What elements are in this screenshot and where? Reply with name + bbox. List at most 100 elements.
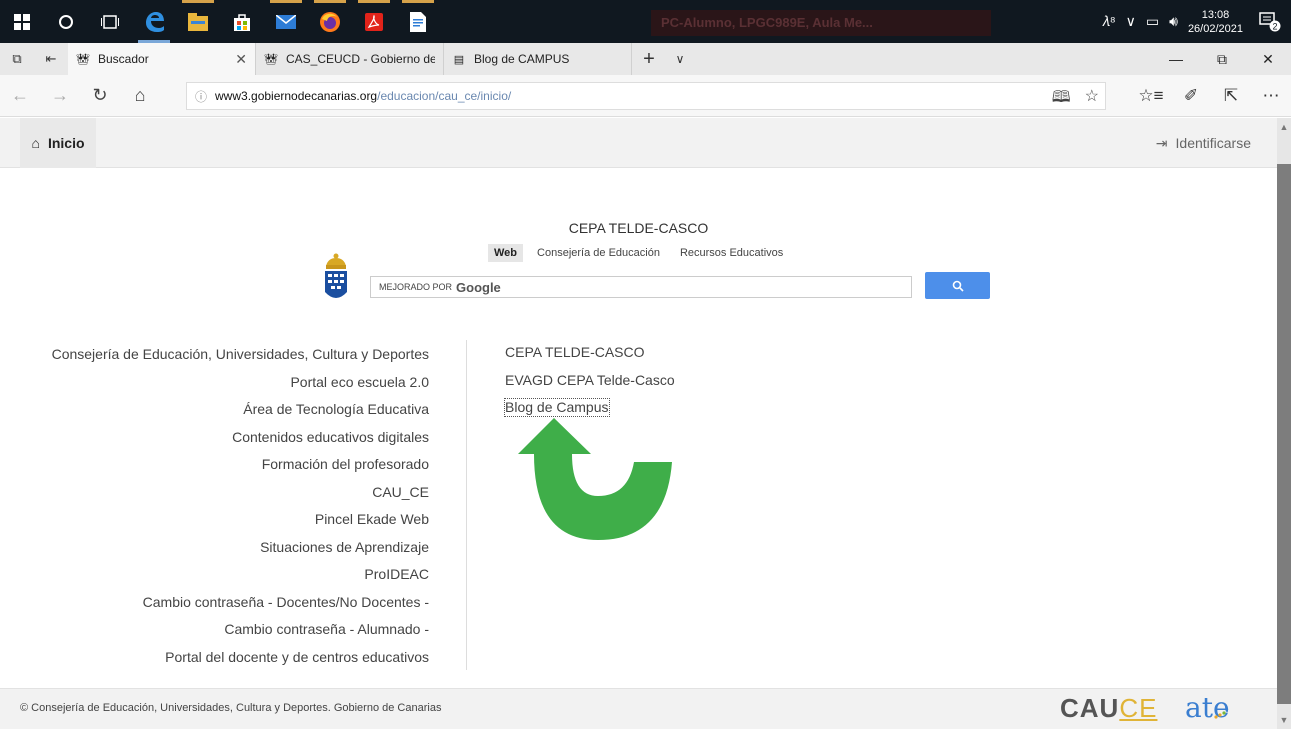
- scroll-up-icon[interactable]: ▲: [1277, 118, 1291, 136]
- notification-count: 2: [1272, 21, 1277, 31]
- tab-label: CAS_CEUCD - Gobierno de: [286, 52, 435, 66]
- url-host: www3.gobiernodecanarias.org: [215, 89, 378, 103]
- link-contenidos-digitales[interactable]: Contenidos educativos digitales: [52, 424, 429, 452]
- new-tab-icon[interactable]: +: [632, 43, 666, 75]
- share-icon[interactable]: ⇱: [1211, 75, 1251, 117]
- chevron-up-icon[interactable]: ∨: [1126, 13, 1136, 30]
- page-scrollbar[interactable]: ▲ ▼: [1277, 118, 1291, 729]
- minimize-icon[interactable]: —: [1153, 43, 1199, 75]
- windows-taskbar: PC-Alumno, LPGC989E, Aula Me... 𝜆⁸ ∨ ▭ 🔊…: [0, 0, 1291, 43]
- tabs-aside-icon[interactable]: ⧉: [0, 43, 34, 75]
- link-cau-ce[interactable]: CAU_CE: [52, 479, 429, 507]
- link-formacion-profesorado[interactable]: Formación del profesorado: [52, 451, 429, 479]
- tab-cas-ceucd[interactable]: 👑︎ CAS_CEUCD - Gobierno de: [256, 43, 444, 75]
- login-label: Identificarse: [1175, 135, 1251, 151]
- house-icon: ⌂: [31, 135, 40, 151]
- browser-tab-bar: ⧉ ⇤ 👑︎ Buscador ✕ 👑︎ CAS_CEUCD - Gobiern…: [0, 43, 1291, 75]
- green-curved-arrow-icon: [518, 418, 672, 540]
- site-info-icon[interactable]: ⓘ: [195, 88, 207, 105]
- scroll-down-icon[interactable]: ▼: [1277, 711, 1291, 729]
- set-tabs-aside-icon[interactable]: ⇤: [34, 43, 68, 75]
- footer-copyright: © Consejería de Educación, Universidades…: [20, 702, 442, 714]
- acrobat-icon[interactable]: [352, 0, 396, 43]
- login-link[interactable]: ⇥ Identificarse: [1156, 118, 1251, 168]
- pen-icon[interactable]: ✐: [1171, 75, 1211, 117]
- file-explorer-icon[interactable]: [176, 0, 220, 43]
- page-footer: © Consejería de Educación, Universidades…: [0, 688, 1277, 729]
- firefox-icon[interactable]: [308, 0, 352, 43]
- close-tab-icon[interactable]: ✕: [235, 51, 247, 68]
- volume-icon[interactable]: 🔊︎: [1169, 13, 1178, 30]
- address-field[interactable]: ⓘ www3.gobiernodecanarias.org /educacion…: [186, 82, 1106, 110]
- home-icon[interactable]: ⌂: [120, 75, 160, 117]
- favorites-list-icon[interactable]: ☆≡: [1131, 75, 1171, 117]
- site-title: CEPA TELDE-CASCO: [568, 220, 709, 236]
- scroll-thumb[interactable]: [1277, 164, 1291, 704]
- link-area-tecnologia[interactable]: Área de Tecnología Educativa: [52, 396, 429, 424]
- link-portal-docente[interactable]: Portal del docente y de centros educativ…: [52, 644, 429, 672]
- link-evagd-cepa[interactable]: EVAGD CEPA Telde-Casco: [505, 367, 675, 395]
- document-icon[interactable]: [396, 0, 440, 43]
- url-path: /educacion/cau_ce/inicio/: [377, 89, 512, 103]
- right-links-list: CEPA TELDE-CASCO EVAGD CEPA Telde-Casco …: [504, 339, 675, 417]
- close-window-icon[interactable]: ✕: [1245, 43, 1291, 75]
- address-toolbar: ← → ↻ ⌂ ⓘ www3.gobiernodecanarias.org /e…: [0, 75, 1291, 117]
- notification-center-icon[interactable]: 2: [1255, 7, 1285, 37]
- search-powered-by: MEJORADO POR: [379, 282, 453, 292]
- canarias-coat-of-arms-icon: [325, 253, 347, 298]
- forward-icon[interactable]: →: [40, 75, 80, 117]
- network-icon[interactable]: ▭: [1146, 13, 1159, 30]
- link-consejeria[interactable]: Consejería de Educación, Universidades, …: [52, 341, 429, 369]
- clock-time: 13:08: [1201, 8, 1230, 21]
- tab-label: Buscador: [98, 52, 149, 66]
- store-icon[interactable]: [220, 0, 264, 43]
- back-icon[interactable]: ←: [0, 75, 40, 117]
- clock[interactable]: 13:08 26/02/2021: [1188, 8, 1243, 36]
- people-icon[interactable]: 𝜆⁸: [1102, 13, 1116, 30]
- cauce-logo[interactable]: CAUCE: [1060, 693, 1157, 724]
- page-favicon-icon: ▤: [453, 53, 465, 66]
- sign-in-icon: ⇥: [1155, 134, 1168, 151]
- tab-blog-de-campus[interactable]: ▤ Blog de CAMPUS: [444, 43, 632, 75]
- search-input[interactable]: MEJORADO POR Google: [370, 276, 912, 298]
- link-situaciones-aprendizaje[interactable]: Situaciones de Aprendizaje: [52, 534, 429, 562]
- ate-logo-dots-icon: [1214, 709, 1228, 719]
- cauce-logo-suffix: CE: [1119, 693, 1158, 723]
- tab-recursos[interactable]: Recursos Educativos: [674, 244, 789, 262]
- mail-icon[interactable]: [264, 0, 308, 43]
- edge-icon[interactable]: [132, 0, 176, 43]
- search-scope-tabs: Web Consejería de Educación Recursos Edu…: [488, 244, 789, 262]
- home-label: Inicio: [47, 135, 85, 151]
- left-links-list: Consejería de Educación, Universidades, …: [52, 341, 429, 671]
- more-options-icon[interactable]: ⋯: [1251, 75, 1291, 117]
- page-header: ⌂ Inicio ⇥ Identificarse: [0, 118, 1277, 168]
- tab-consejeria[interactable]: Consejería de Educación: [531, 244, 666, 262]
- link-proideac[interactable]: ProIDEAC: [52, 561, 429, 589]
- cauce-logo-main: CAU: [1060, 693, 1120, 723]
- restore-icon[interactable]: ⧉: [1199, 43, 1245, 75]
- link-cepa-telde-casco[interactable]: CEPA TELDE-CASCO: [505, 339, 675, 367]
- canarias-favicon-icon: 👑︎: [76, 53, 90, 66]
- search-button[interactable]: [925, 272, 990, 299]
- refresh-icon[interactable]: ↻: [80, 75, 120, 117]
- task-view-icon[interactable]: [88, 0, 132, 43]
- reading-view-icon[interactable]: 🕮︎: [1052, 86, 1071, 113]
- tab-web[interactable]: Web: [488, 244, 524, 262]
- column-divider: [466, 340, 467, 670]
- search-circle-icon[interactable]: [44, 0, 88, 43]
- google-wordmark: Google: [456, 279, 501, 295]
- tab-label: Blog de CAMPUS: [474, 52, 570, 66]
- link-cambio-contrasena-alumnado[interactable]: Cambio contraseña - Alumnado -: [52, 616, 429, 644]
- favorite-star-icon[interactable]: ☆: [1085, 86, 1099, 113]
- windows-start-icon[interactable]: [0, 0, 44, 43]
- link-cambio-contrasena-docentes[interactable]: Cambio contraseña - Docentes/No Docentes…: [52, 589, 429, 617]
- ate-logo[interactable]: ate: [1185, 691, 1230, 724]
- clock-date: 26/02/2021: [1187, 22, 1243, 35]
- link-blog-de-campus[interactable]: Blog de Campus: [504, 398, 610, 417]
- link-eco-escuela[interactable]: Portal eco escuela 2.0: [52, 369, 429, 397]
- tab-list-chevron-icon[interactable]: ∨: [666, 43, 694, 75]
- tab-buscador[interactable]: 👑︎ Buscador ✕: [68, 43, 256, 75]
- user-info-banner: PC-Alumno, LPGC989E, Aula Me...: [651, 10, 991, 36]
- link-pincel-ekade[interactable]: Pincel Ekade Web: [52, 506, 429, 534]
- home-link[interactable]: ⌂ Inicio: [20, 118, 96, 168]
